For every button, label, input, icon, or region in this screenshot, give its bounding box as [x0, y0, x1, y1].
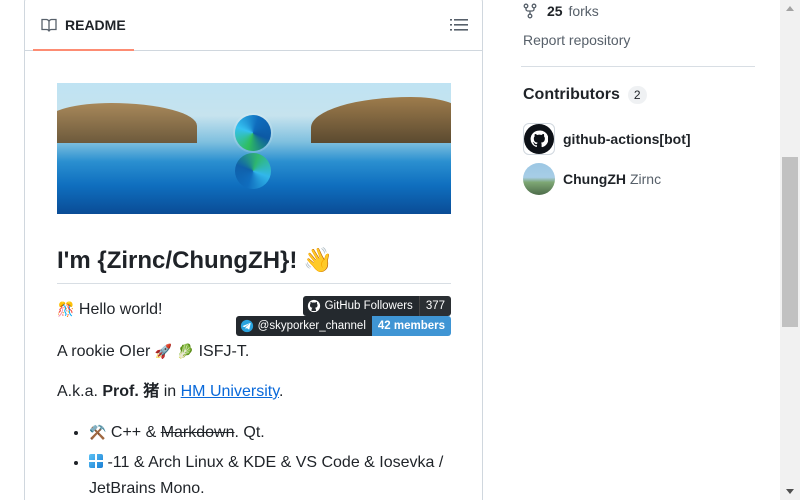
edge-logo-icon — [235, 115, 271, 151]
report-repository-link[interactable]: Report repository — [523, 32, 630, 48]
rookie-text-1: A rookie OIer — [57, 343, 151, 360]
readme-header: README — [25, 0, 482, 51]
readme-tab-label: README — [65, 17, 126, 33]
contributor-chungzh[interactable]: ChungZH Zirnc — [523, 163, 661, 195]
telegram-badge-label-part: @skyporker_channel — [235, 316, 372, 336]
contributor-name: ChungZH — [563, 171, 626, 187]
telegram-badge-members: 42 members — [371, 316, 451, 336]
contributor-github-actions[interactable]: github-actions[bot] — [523, 123, 691, 155]
forks-label: forks — [568, 3, 599, 19]
hello-text: Hello world! — [78, 301, 163, 318]
fork-icon — [523, 3, 537, 19]
banner-hill-left — [57, 103, 197, 143]
github-icon — [307, 299, 320, 313]
outline-list-icon[interactable] — [450, 17, 468, 33]
edge-logo-reflection — [235, 153, 271, 189]
hello-line: 🎊 Hello world! GitHub Followers 377 @sky… — [57, 296, 451, 336]
book-icon — [41, 18, 57, 33]
followers-badge-label-part: GitHub Followers — [302, 296, 419, 316]
readme-tab[interactable]: README — [33, 1, 134, 51]
forks-count: 25 — [547, 3, 563, 19]
telegram-icon — [240, 319, 253, 333]
github-actions-avatar — [523, 123, 555, 155]
telegram-badge-label: @skyporker_channel — [257, 320, 366, 332]
bullet-list: ⚒️ C++ & Markdown. Qt. -11 & Arch Linux … — [57, 420, 451, 500]
bullet-2-text: -11 & Arch Linux & KDE & VS Code & Iosev… — [89, 454, 444, 497]
list-item: -11 & Arch Linux & KDE & VS Code & Iosev… — [89, 450, 451, 500]
hm-university-link[interactable]: HM University — [181, 383, 279, 400]
bullet-1-strike: Markdown — [160, 424, 235, 441]
bullet-1-text-1: C++ & — [110, 424, 157, 441]
badges: GitHub Followers 377 @skyporker_channel … — [221, 296, 451, 338]
contributors-title: Contributors — [523, 86, 620, 103]
heading-text: I'm {Zirnc/ChungZH}! — [57, 247, 298, 274]
aka-bold: Prof. 猪 — [102, 383, 160, 400]
scroll-thumb[interactable] — [782, 157, 798, 327]
banner-image — [57, 83, 451, 214]
rocket-emoji: 🚀 — [154, 344, 173, 360]
aka-line: A.k.a. Prof. 猪 in HM University. — [57, 380, 451, 404]
confetti-emoji: 🎊 — [57, 302, 75, 318]
windows-icon — [89, 454, 103, 468]
contributor-name: github-actions[bot] — [563, 131, 691, 147]
followers-badge-label: GitHub Followers — [324, 300, 413, 312]
page-scrollbar[interactable] — [780, 0, 800, 500]
telegram-badge[interactable]: @skyporker_channel 42 members — [235, 316, 451, 336]
sidebar-divider — [521, 66, 755, 67]
rookie-line: A rookie OIer 🚀 🥬 ISFJ-T. — [57, 340, 451, 364]
forks-link[interactable]: 25 forks — [523, 3, 599, 19]
waving-hand-emoji: 👋 — [303, 247, 334, 274]
list-item: ⚒️ C++ & Markdown. Qt. — [89, 420, 451, 446]
readme-card: README I'm {Zirnc/ChungZH}! 👋 🎊 Hello wor… — [24, 0, 483, 500]
contributors-count: 2 — [627, 86, 647, 104]
contributor-login: Zirnc — [629, 171, 662, 187]
aka-suffix: . — [279, 383, 284, 400]
aka-in: in — [163, 383, 177, 400]
banner-hill-right — [311, 97, 451, 143]
followers-badge-count: 377 — [418, 296, 451, 316]
scroll-up-arrow-icon[interactable] — [780, 0, 800, 17]
profile-heading: I'm {Zirnc/ChungZH}! 👋 — [57, 246, 451, 284]
bullet-1-text-2: . Qt. — [234, 424, 265, 441]
scroll-down-arrow-icon[interactable] — [780, 483, 800, 500]
hammer-pick-emoji: ⚒️ — [89, 425, 107, 441]
chungzh-avatar — [523, 163, 555, 195]
readme-body: I'm {Zirnc/ChungZH}! 👋 🎊 Hello world! Git… — [57, 83, 451, 500]
rookie-text-2: ISFJ-T. — [198, 343, 250, 360]
github-octocat-icon — [524, 124, 554, 154]
leafy-green-emoji: 🥬 — [176, 344, 195, 360]
contributors-heading[interactable]: Contributors 2 — [523, 86, 647, 104]
aka-prefix: A.k.a. — [57, 383, 98, 400]
followers-badge[interactable]: GitHub Followers 377 — [302, 296, 451, 316]
